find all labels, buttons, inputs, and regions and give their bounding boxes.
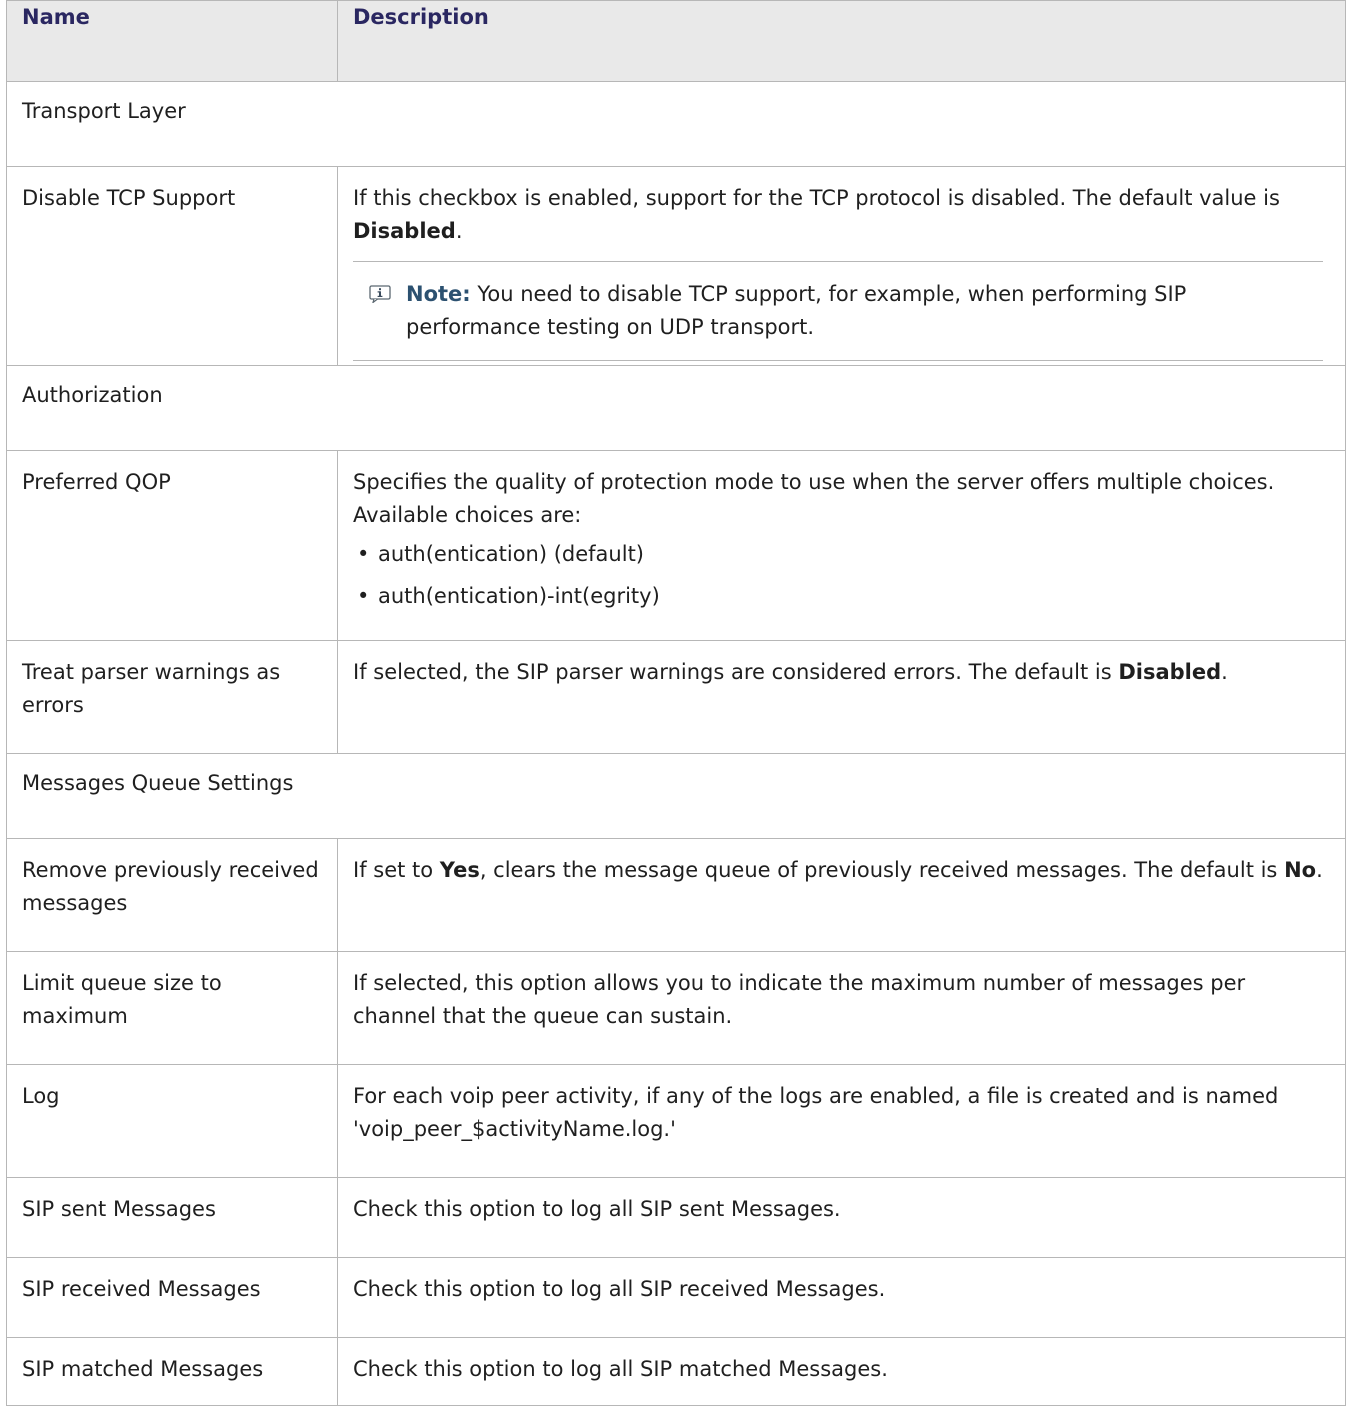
- desc-text: .: [1316, 858, 1323, 882]
- choice-text: auth(entication)-int(egrity): [378, 584, 660, 608]
- choice-text: auth(entication) (default): [378, 542, 644, 566]
- table-row: SIP sent Messages Check this option to l…: [6, 1177, 1346, 1258]
- section-title-transport: Transport Layer: [6, 81, 1346, 167]
- desc-bold: Disabled: [353, 219, 456, 243]
- desc-text: .: [1221, 660, 1228, 684]
- parameters-table: Name Description Transport Layer Disable…: [6, 0, 1346, 1406]
- table-row: SIP matched Messages Check this option t…: [6, 1337, 1346, 1406]
- param-description: If set to Yes, clears the message queue …: [337, 838, 1346, 952]
- header-name: Name: [6, 0, 338, 82]
- section-title-queue: Messages Queue Settings: [6, 753, 1346, 839]
- param-name: Disable TCP Support: [6, 166, 338, 366]
- desc-text: If this checkbox is enabled, support for…: [353, 186, 1280, 210]
- table-row: Limit queue size to maximum If selected,…: [6, 951, 1346, 1065]
- desc-text: Specifies the quality of protection mode…: [353, 470, 1275, 527]
- info-note-icon: [369, 285, 391, 303]
- param-name: Remove previously received messages: [6, 838, 338, 952]
- param-description: Specifies the quality of protection mode…: [337, 450, 1346, 641]
- param-name: Limit queue size to maximum: [6, 951, 338, 1065]
- note-label: Note:: [406, 282, 471, 306]
- table-header-row: Name Description: [6, 0, 1346, 82]
- section-row-authorization: Authorization: [6, 365, 1346, 451]
- note-box: Note: You need to disable TCP support, f…: [353, 261, 1323, 361]
- list-item: • auth(entication)-int(egrity): [353, 580, 1330, 613]
- header-description: Description: [337, 0, 1346, 82]
- section-title-authorization: Authorization: [6, 365, 1346, 451]
- desc-bold: No: [1284, 858, 1317, 882]
- desc-text: .: [455, 219, 463, 243]
- param-description: If selected, the SIP parser warnings are…: [337, 640, 1346, 754]
- bullet-icon: •: [357, 542, 370, 566]
- param-description: If selected, this option allows you to i…: [337, 951, 1346, 1065]
- desc-text: If selected, the SIP parser warnings are…: [353, 660, 1119, 684]
- choices-list: • auth(entication) (default) • auth(entica…: [353, 538, 1330, 613]
- table-row: Preferred QOP Specifies the quality of p…: [6, 450, 1346, 641]
- param-name: SIP matched Messages: [6, 1337, 338, 1406]
- param-name: SIP sent Messages: [6, 1177, 338, 1258]
- section-row-queue: Messages Queue Settings: [6, 753, 1346, 839]
- desc-text: , clears the message queue of previously…: [479, 858, 1285, 882]
- table-row: Remove previously received messages If s…: [6, 838, 1346, 952]
- param-name: Treat parser warnings as errors: [6, 640, 338, 754]
- table-row: Log For each voip peer activity, if any …: [6, 1064, 1346, 1178]
- desc-bold: Disabled: [1118, 660, 1222, 684]
- param-description: Check this option to log all SIP sent Me…: [337, 1177, 1346, 1258]
- section-row-transport: Transport Layer: [6, 81, 1346, 167]
- param-description: Check this option to log all SIP receive…: [337, 1257, 1346, 1338]
- note-text: You need to disable TCP support, for exa…: [406, 282, 1187, 339]
- param-description: If this checkbox is enabled, support for…: [337, 166, 1346, 366]
- table-row: SIP received Messages Check this option …: [6, 1257, 1346, 1338]
- param-description: For each voip peer activity, if any of t…: [337, 1064, 1346, 1178]
- desc-text: If set to: [353, 858, 440, 882]
- param-name: SIP received Messages: [6, 1257, 338, 1338]
- param-name: Log: [6, 1064, 338, 1178]
- param-description: Check this option to log all SIP matched…: [337, 1337, 1346, 1406]
- desc-bold: Yes: [439, 858, 480, 882]
- bullet-icon: •: [357, 584, 370, 608]
- param-name: Preferred QOP: [6, 450, 338, 641]
- table-row: Disable TCP Support If this checkbox is …: [6, 166, 1346, 366]
- table-row: Treat parser warnings as errors If selec…: [6, 640, 1346, 754]
- list-item: • auth(entication) (default): [353, 538, 1330, 571]
